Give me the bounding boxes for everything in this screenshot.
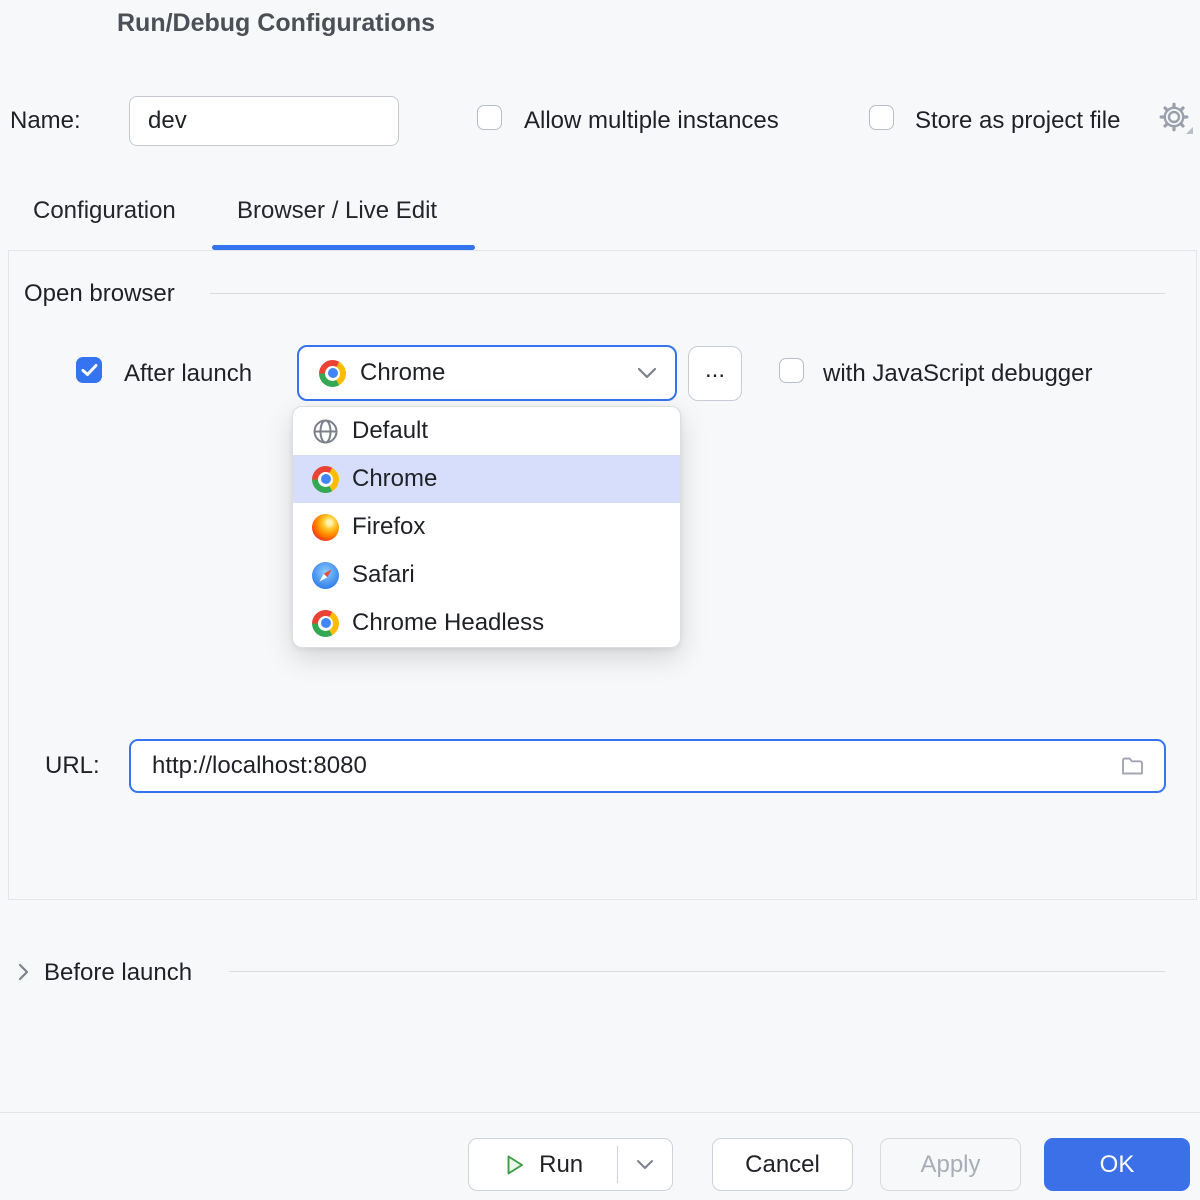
name-label: Name: (10, 107, 81, 135)
dropdown-item-chrome-headless[interactable]: Chrome Headless (293, 599, 680, 647)
before-launch-divider (229, 971, 1165, 972)
before-launch-label[interactable]: Before launch (44, 959, 192, 987)
dropdown-item-default[interactable]: Default (293, 407, 680, 455)
browse-browsers-button[interactable]: ... (688, 346, 742, 401)
dropdown-item-firefox[interactable]: Firefox (293, 503, 680, 551)
with-js-debugger-checkbox[interactable] (779, 358, 804, 383)
dropdown-item-label: Firefox (352, 513, 425, 541)
url-input[interactable] (131, 752, 1119, 780)
chrome-icon (312, 610, 339, 637)
dropdown-item-label: Chrome (352, 465, 437, 493)
chrome-icon (319, 360, 346, 387)
firefox-icon (312, 514, 339, 541)
dropdown-item-chrome[interactable]: Chrome (293, 455, 680, 503)
run-split-button: Run (468, 1138, 673, 1191)
name-input[interactable] (129, 96, 399, 146)
run-button-label: Run (539, 1151, 583, 1179)
run-debug-configurations-dialog: { "dialog": { "title": "Run/Debug Config… (0, 0, 1200, 1200)
gear-icon[interactable] (1158, 100, 1194, 136)
browser-select[interactable]: Chrome (297, 345, 677, 401)
open-browser-section-title: Open browser (24, 280, 175, 308)
url-label: URL: (45, 752, 100, 780)
store-as-project-file-label: Store as project file (915, 107, 1120, 135)
tab-browser-live-edit[interactable]: Browser / Live Edit (237, 197, 437, 225)
ok-button-label: OK (1100, 1151, 1135, 1179)
apply-button-label: Apply (920, 1151, 980, 1179)
chevron-down-icon (637, 367, 657, 379)
cancel-button-label: Cancel (745, 1151, 820, 1179)
allow-multiple-instances-label: Allow multiple instances (524, 107, 779, 135)
footer-divider (0, 1112, 1200, 1113)
run-options-arrow[interactable] (618, 1139, 672, 1190)
browser-dropdown-popup: Default Chrome Firefox Safari Chrome Hea… (292, 406, 681, 648)
chevron-down-icon (636, 1159, 654, 1170)
store-as-project-file-checkbox[interactable] (869, 105, 894, 130)
dropdown-item-label: Safari (352, 561, 415, 589)
dropdown-item-label: Chrome Headless (352, 609, 544, 637)
after-launch-label: After launch (124, 360, 252, 388)
cancel-button[interactable]: Cancel (712, 1138, 853, 1191)
browser-select-value: Chrome (360, 359, 623, 387)
folder-icon[interactable] (1119, 753, 1146, 780)
run-button[interactable]: Run (469, 1139, 617, 1190)
browse-browsers-button-label: ... (705, 356, 725, 384)
section-divider (210, 293, 1165, 294)
tab-configuration[interactable]: Configuration (33, 197, 176, 225)
play-icon (503, 1153, 526, 1177)
url-field[interactable] (129, 739, 1166, 793)
allow-multiple-instances-checkbox[interactable] (477, 105, 502, 130)
dropdown-item-label: Default (352, 417, 428, 445)
dropdown-item-safari[interactable]: Safari (293, 551, 680, 599)
ok-button[interactable]: OK (1044, 1138, 1190, 1191)
check-icon (81, 363, 98, 377)
apply-button[interactable]: Apply (880, 1138, 1021, 1191)
chevron-right-icon[interactable] (13, 961, 33, 983)
chrome-icon (312, 466, 339, 493)
after-launch-checkbox[interactable] (76, 357, 102, 383)
globe-icon (312, 418, 339, 445)
safari-icon (312, 562, 339, 589)
dialog-title: Run/Debug Configurations (117, 9, 435, 38)
with-js-debugger-label: with JavaScript debugger (823, 360, 1092, 388)
